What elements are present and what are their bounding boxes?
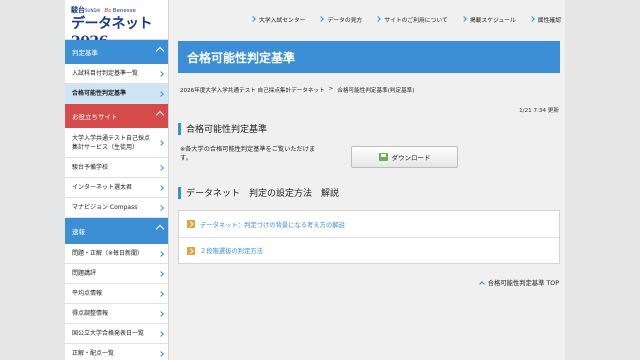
chevron-right-icon <box>158 310 164 317</box>
chevron-up-icon <box>155 46 165 56</box>
section-heading-judgment: 合格可能性判定基準 <box>178 122 267 135</box>
nav-link-data-guide[interactable]: データの見方 <box>318 15 362 24</box>
nav-link-center[interactable]: 大学入試センター <box>250 15 305 24</box>
chevron-right-icon <box>528 16 535 22</box>
chevron-right-icon <box>158 204 164 211</box>
page-title: 合格可能性判定基準 <box>178 41 560 73</box>
sidebar-section-news[interactable]: 速報 <box>65 218 168 244</box>
chevron-up-icon <box>155 110 165 120</box>
updated-timestamp: 1/21 7:34 更新 <box>519 108 559 114</box>
chevron-right-icon <box>158 350 164 357</box>
chevron-right-icon <box>375 16 382 22</box>
chevron-right-icon <box>460 16 467 22</box>
main-content: 合格可能性判定基準 2026年度大学入学共通テスト 自己採点集計データネット >… <box>169 38 565 360</box>
chevron-right-icon <box>158 164 164 171</box>
sidebar-section-title: お役立ちサイト <box>72 113 118 121</box>
chevron-right-icon <box>318 16 325 22</box>
sidebar-item-pass-probability[interactable]: 合格可能性判定基準 <box>65 84 168 104</box>
chevron-right-icon <box>158 139 164 146</box>
heading-accent <box>178 186 181 199</box>
nav-link-schedule[interactable]: 掲載スケジュール <box>460 15 516 24</box>
nav-link-attribute-check[interactable]: 属性確認 <box>528 15 561 24</box>
explanation-links: データネット：判定づけの背景になる考え方の解説 ２段階選抜の判定方法 <box>178 210 560 264</box>
sidebar-item-average-score[interactable]: 平均点情報 <box>65 284 168 304</box>
arrow-right-icon <box>187 220 195 228</box>
chevron-right-icon <box>158 330 164 337</box>
sidebar-item-entrance-subjects[interactable]: 入試科目付判定基準一覧 <box>65 64 168 84</box>
chevron-right-icon <box>158 290 164 297</box>
chevron-right-icon <box>158 250 164 257</box>
sidebar-item-sundai[interactable]: 駿台予備学校 <box>65 158 168 178</box>
chevron-right-icon <box>158 184 164 191</box>
sidebar-item-manavision[interactable]: マナビジョン Compass <box>65 198 168 218</box>
download-button[interactable]: ダウンロード <box>351 146 458 168</box>
chevron-right-icon <box>250 16 256 22</box>
sidebar: 駿台SUNDAI Bs Benesse データネット2026 判定基準 入試科目… <box>65 0 169 360</box>
sidebar-section-title: 速報 <box>72 228 85 236</box>
site-logo[interactable]: 駿台SUNDAI Bs Benesse データネット2026 <box>65 0 168 50</box>
benesse-logo: Bs Benesse <box>104 7 136 14</box>
chevron-right-icon <box>158 270 164 277</box>
chevron-up-icon <box>155 224 165 234</box>
breadcrumb-home-link[interactable]: 2026年度大学入学共通テスト 自己採点集計データネット <box>180 86 325 94</box>
sidebar-item-sentakun[interactable]: インターネット選太君 <box>65 178 168 198</box>
heading-accent <box>178 122 181 135</box>
sidebar-section-judgment[interactable]: 判定基準 <box>65 40 168 64</box>
page-top-link[interactable]: 合格可能性判定基準 TOP <box>478 278 559 287</box>
nav-link-site-usage[interactable]: サイトのご利用について <box>375 15 448 24</box>
sidebar-section-title: 判定基準 <box>72 49 98 57</box>
sidebar-item-questions-answers[interactable]: 問題・正解（※毎日新聞） <box>65 244 168 264</box>
download-icon <box>378 153 388 161</box>
sundai-logo: 駿台SUNDAI <box>71 6 101 14</box>
sidebar-item-score-adjustment[interactable]: 得点調整情報 <box>65 304 168 324</box>
arrow-right-icon <box>187 246 195 255</box>
sidebar-item-self-scoring[interactable]: 大学入学共通テスト自己採点集計サービス（生徒用） <box>65 128 168 158</box>
judgment-note: ※各大学の合格可能性判定基準をご覧いただけます。 <box>180 146 316 162</box>
top-navigation: 大学入試センター データの見方 サイトのご利用について 掲載スケジュール 属性確… <box>169 0 565 38</box>
link-judgment-background[interactable]: データネット：判定づけの背景になる考え方の解説 <box>179 211 559 237</box>
link-two-stage-selection[interactable]: ２段階選抜の判定方法 <box>179 237 559 263</box>
sidebar-section-useful-sites[interactable]: お役立ちサイト <box>65 104 168 128</box>
chevron-up-icon <box>478 280 485 287</box>
sidebar-item-question-review[interactable]: 問題講評 <box>65 264 168 284</box>
sidebar-item-announcement-dates[interactable]: 国公立大学合格発表日一覧 <box>65 324 168 344</box>
breadcrumb: 2026年度大学入学共通テスト 自己採点集計データネット > 合格可能性判定基準… <box>180 86 414 94</box>
chevron-right-icon <box>158 90 164 97</box>
chevron-right-icon <box>158 70 164 77</box>
page: 駿台SUNDAI Bs Benesse データネット2026 判定基準 入試科目… <box>0 0 640 360</box>
sidebar-item-answers-points[interactable]: 正解・配点一覧 <box>65 344 168 360</box>
section-heading-method: データネット 判定の設定方法 解説 <box>178 186 339 199</box>
breadcrumb-current: 合格可能性判定基準(判定基準) <box>337 88 415 94</box>
breadcrumb-separator: > <box>328 86 334 92</box>
